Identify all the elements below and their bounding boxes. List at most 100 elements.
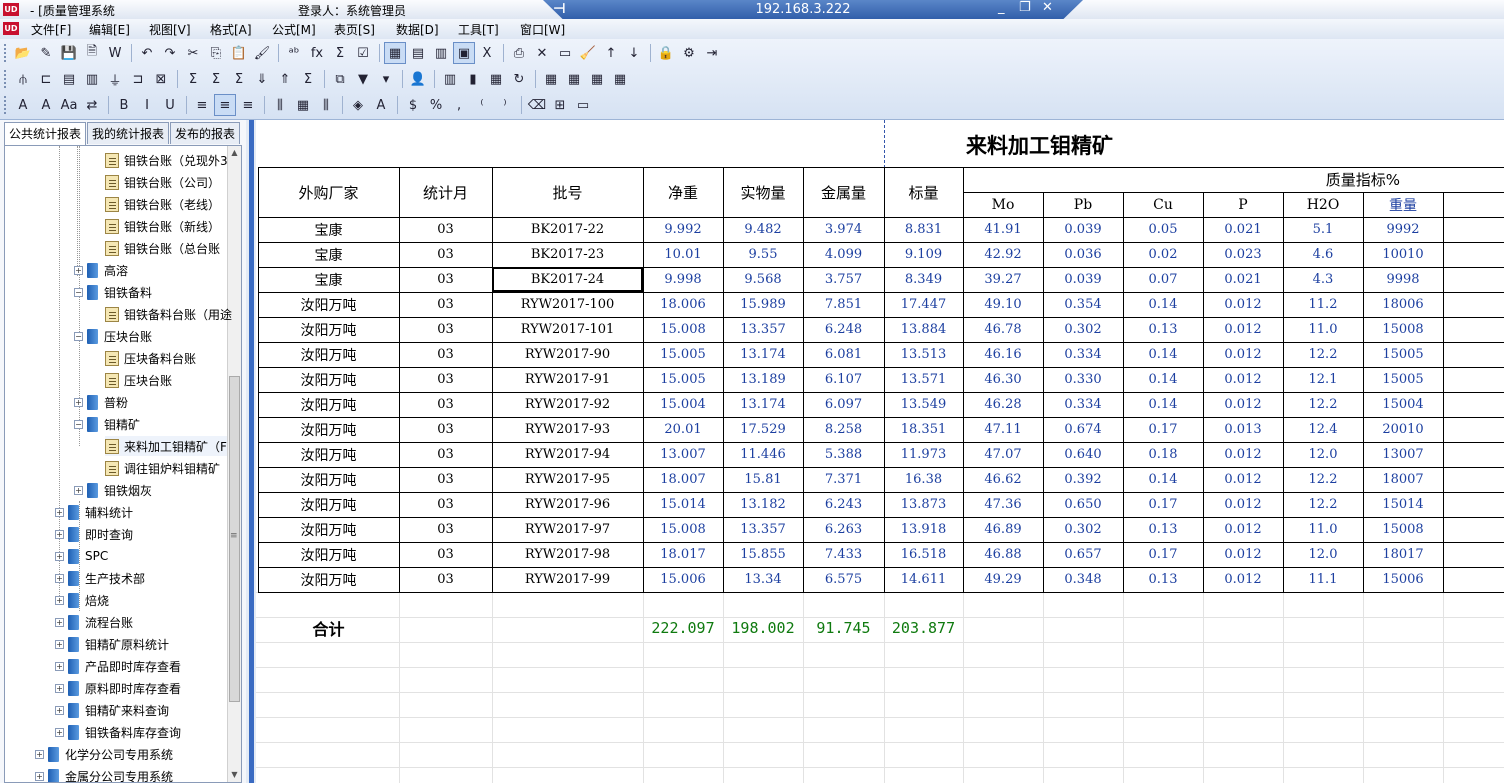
align-right-icon[interactable]: ≡ <box>237 94 259 116</box>
percent-icon[interactable]: % <box>425 94 447 116</box>
data-cell[interactable]: 41.91 <box>963 217 1043 242</box>
data-cell[interactable]: 0.348 <box>1043 567 1123 592</box>
menu-view[interactable]: 视图[V] <box>149 21 191 38</box>
data-cell[interactable]: 3.757 <box>803 267 884 292</box>
data-cell[interactable]: 20.01 <box>643 417 723 442</box>
delete-x-icon[interactable]: ✕ <box>531 42 553 64</box>
data-cell[interactable]: 11.2 <box>1283 292 1363 317</box>
data-cell[interactable]: 0.18 <box>1123 442 1203 467</box>
supplier-cell[interactable]: 汝阳万吨 <box>258 367 399 392</box>
remote-session-bar[interactable]: ⊣ 192.168.3.222 _ ❐ ✕ <box>543 0 1083 21</box>
data-cell[interactable]: 17.529 <box>723 417 803 442</box>
tree-node[interactable]: + 生产技术部 <box>55 568 145 588</box>
data-cell[interactable]: 18006 <box>1363 292 1443 317</box>
font-icon[interactable]: A <box>12 94 34 116</box>
tree-node[interactable]: + 钼铁备料库存查询 <box>55 722 181 742</box>
supplier-cell[interactable]: 宝康 <box>258 242 399 267</box>
menu-tools[interactable]: 工具[T] <box>458 21 499 38</box>
funnel-icon[interactable]: ⏚ <box>104 68 126 90</box>
data-cell[interactable]: 0.012 <box>1203 492 1283 517</box>
data-cell[interactable]: 03 <box>399 492 492 517</box>
tree-node[interactable]: 钼铁台账（老线） <box>105 194 220 214</box>
grid-view-icon[interactable]: ▦ <box>384 42 406 64</box>
supplier-cell[interactable]: 汝阳万吨 <box>258 292 399 317</box>
data-cell[interactable]: 15.014 <box>643 492 723 517</box>
batch-cell[interactable]: RYW2017-96 <box>492 492 643 517</box>
expand-icon[interactable]: + <box>55 529 64 539</box>
data-cell[interactable]: 0.012 <box>1203 442 1283 467</box>
insert-link-icon[interactable]: ᵃᵇ <box>283 42 305 64</box>
supplier-cell[interactable]: 宝康 <box>258 217 399 242</box>
menu-format[interactable]: 格式[A] <box>210 21 252 38</box>
data-cell[interactable]: 13.873 <box>884 492 963 517</box>
data-cell[interactable]: 5.1 <box>1283 217 1363 242</box>
data-cell[interactable]: 0.036 <box>1043 242 1123 267</box>
data-cell[interactable]: 0.354 <box>1043 292 1123 317</box>
data-cell[interactable]: 8.349 <box>884 267 963 292</box>
batch-cell[interactable]: RYW2017-90 <box>492 342 643 367</box>
filter-icon[interactable]: ⫛ <box>12 68 34 90</box>
sigma-icon[interactable]: Σ <box>182 68 204 90</box>
data-cell[interactable]: 47.11 <box>963 417 1043 442</box>
insert-row-icon[interactable]: ▤ <box>58 68 80 90</box>
data-cell[interactable]: 12.0 <box>1283 442 1363 467</box>
data-cell[interactable]: 0.657 <box>1043 542 1123 567</box>
data-cell[interactable]: 46.89 <box>963 517 1043 542</box>
data-cell[interactable]: 46.88 <box>963 542 1043 567</box>
data-cell[interactable]: 6.248 <box>803 317 884 342</box>
function-fx-icon[interactable]: fx <box>306 42 328 64</box>
tree-node[interactable]: 钼铁备料台账（用途 <box>105 304 232 324</box>
data-cell[interactable]: 9.992 <box>643 217 723 242</box>
expand-icon[interactable]: + <box>55 683 64 693</box>
supplier-cell[interactable]: 宝康 <box>258 267 399 292</box>
currency-icon[interactable]: $ <box>402 94 424 116</box>
tree-node[interactable]: + SPC <box>55 546 108 566</box>
data-cell[interactable]: 0.17 <box>1123 417 1203 442</box>
save-disk-icon[interactable]: 💾 <box>58 42 80 64</box>
data-cell[interactable]: 13007 <box>1363 442 1443 467</box>
close-icon[interactable]: ✕ <box>1042 0 1053 15</box>
vertical-center-icon[interactable]: ▦ <box>292 94 314 116</box>
tab-public-reports[interactable]: 公共统计报表 <box>4 122 87 145</box>
grid-c-icon[interactable]: ▦ <box>586 68 608 90</box>
tree-node[interactable]: − 钼精矿 <box>74 414 140 434</box>
cell-format-icon[interactable]: ▭ <box>572 94 594 116</box>
data-cell[interactable]: 11.0 <box>1283 517 1363 542</box>
calendar-icon[interactable]: ▦ <box>485 68 507 90</box>
data-cell[interactable]: 46.62 <box>963 467 1043 492</box>
data-cell[interactable]: 13.918 <box>884 517 963 542</box>
font-color-icon[interactable]: A <box>370 94 392 116</box>
exit-door-icon[interactable]: ⇥ <box>701 42 723 64</box>
data-cell[interactable]: 13.174 <box>723 392 803 417</box>
eraser-icon[interactable]: ⌫ <box>526 94 548 116</box>
supplier-cell[interactable]: 汝阳万吨 <box>258 492 399 517</box>
data-cell[interactable]: 13.182 <box>723 492 803 517</box>
data-cell[interactable]: 47.07 <box>963 442 1043 467</box>
settings-gear-icon[interactable]: ⚙ <box>678 42 700 64</box>
data-cell[interactable]: 0.14 <box>1123 342 1203 367</box>
data-cell[interactable]: 0.012 <box>1203 292 1283 317</box>
tree-node[interactable]: 来料加工钼精矿（F <box>105 436 227 456</box>
batch-cell[interactable]: RYW2017-100 <box>492 292 643 317</box>
tree-node[interactable]: + 流程台账 <box>55 612 133 632</box>
supplier-cell[interactable]: 汝阳万吨 <box>258 342 399 367</box>
tree-node[interactable]: 调往钼炉料钼精矿 <box>105 458 220 478</box>
font-size-icon[interactable]: A <box>35 94 57 116</box>
data-cell[interactable]: 10010 <box>1363 242 1443 267</box>
batch-cell[interactable]: RYW2017-95 <box>492 467 643 492</box>
chart-icon[interactable]: ▮ <box>462 68 484 90</box>
data-cell[interactable]: 0.07 <box>1123 267 1203 292</box>
data-cell[interactable]: 0.012 <box>1203 542 1283 567</box>
data-cell[interactable]: 15.008 <box>643 317 723 342</box>
tree-node[interactable]: + 钼铁烟灰 <box>74 480 152 500</box>
data-cell[interactable]: 10.01 <box>643 242 723 267</box>
collapse-icon[interactable]: − <box>74 287 83 297</box>
data-cell[interactable]: 12.0 <box>1283 542 1363 567</box>
supplier-cell[interactable]: 汝阳万吨 <box>258 392 399 417</box>
word-export-icon[interactable]: W <box>104 42 126 64</box>
folder-down-icon[interactable]: ⇓ <box>251 68 273 90</box>
data-cell[interactable]: 15004 <box>1363 392 1443 417</box>
data-cell[interactable]: 5.388 <box>803 442 884 467</box>
data-cell[interactable]: 18.017 <box>643 542 723 567</box>
swap-icon[interactable]: ⇄ <box>81 94 103 116</box>
